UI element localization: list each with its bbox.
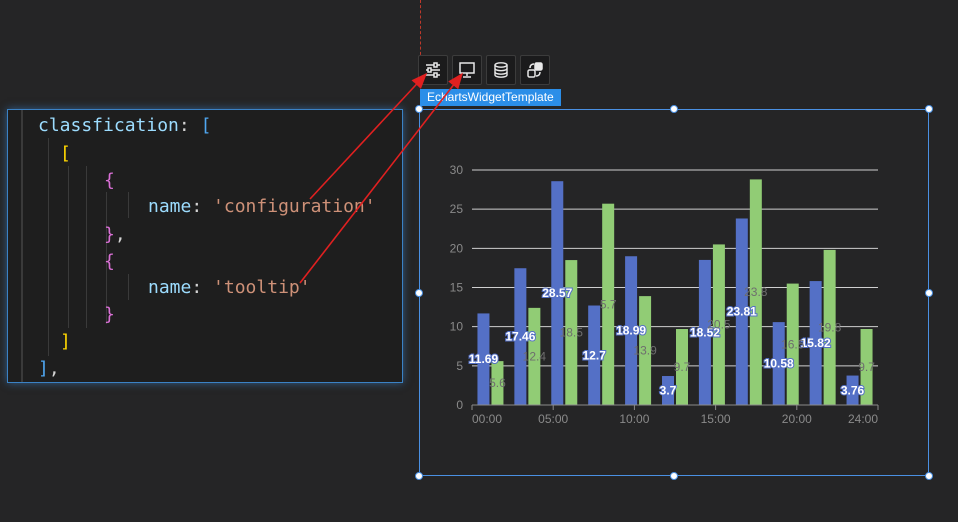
code-brace: } bbox=[104, 224, 115, 245]
interaction-button[interactable] bbox=[520, 55, 550, 85]
code-line-5: }, bbox=[104, 224, 126, 246]
data-label-series-1: 28.57 bbox=[542, 286, 572, 300]
code-line-8: } bbox=[104, 304, 115, 326]
code-string-configuration: 'configuration' bbox=[213, 196, 376, 217]
data-label-series-1: 15.82 bbox=[801, 336, 831, 350]
data-label-series-1: 11.69 bbox=[469, 352, 499, 366]
x-tick-label: 05:00 bbox=[538, 412, 568, 426]
code-bracket: [ bbox=[60, 143, 71, 164]
code-comma: , bbox=[48, 358, 60, 379]
editor-gutter-line bbox=[21, 110, 23, 382]
data-source-button[interactable] bbox=[486, 55, 516, 85]
code-line-1: classfication: [ bbox=[38, 115, 211, 137]
indent-guide bbox=[128, 192, 129, 218]
code-line-2: [ bbox=[60, 143, 71, 165]
code-line-3: { bbox=[104, 170, 115, 192]
code-line-6: { bbox=[104, 251, 115, 273]
data-label-series-2: 5.7 bbox=[600, 297, 617, 311]
code-bracket: ] bbox=[60, 331, 71, 352]
code-name-key: name bbox=[148, 277, 192, 298]
code-comma: , bbox=[114, 224, 126, 245]
y-tick-label: 20 bbox=[450, 241, 464, 255]
data-label-series-1: 18.99 bbox=[616, 324, 646, 338]
data-label-series-1: 17.46 bbox=[505, 330, 535, 344]
code-line-4: name: 'configuration' bbox=[148, 196, 376, 218]
indent-guide bbox=[86, 166, 87, 328]
data-label-series-2: 20.5 bbox=[707, 318, 731, 332]
sliders-icon bbox=[426, 62, 440, 78]
y-tick-label: 5 bbox=[456, 359, 463, 373]
y-tick-label: 15 bbox=[450, 281, 464, 295]
data-label-series-2: 9.7 bbox=[858, 360, 875, 374]
y-tick-label: 30 bbox=[450, 163, 464, 177]
code-colon: : bbox=[191, 196, 203, 217]
code-brace: { bbox=[104, 170, 115, 191]
code-name-key: name bbox=[148, 196, 192, 217]
data-label-series-1: 10.58 bbox=[764, 357, 794, 371]
data-label-series-2: 16.5 bbox=[781, 337, 805, 351]
x-tick-label: 15:00 bbox=[701, 412, 731, 426]
configuration-button[interactable] bbox=[418, 55, 448, 85]
x-tick-label: 20:00 bbox=[782, 412, 812, 426]
code-key: classfication bbox=[38, 115, 179, 136]
data-label-series-1: 3.7 bbox=[660, 384, 677, 398]
indent-guide bbox=[48, 138, 49, 356]
data-label-series-2: 9.7 bbox=[674, 360, 691, 374]
data-label-series-2: 19.8 bbox=[818, 320, 842, 334]
indent-guide bbox=[68, 166, 69, 328]
code-line-9: ] bbox=[60, 331, 71, 353]
code-bracket: [ bbox=[200, 115, 212, 136]
data-label-series-2: 18.5 bbox=[560, 326, 584, 340]
code-line-7: name: 'tooltip' bbox=[148, 277, 311, 299]
data-label-series-1: 12.7 bbox=[583, 348, 607, 362]
x-tick-label: 10:00 bbox=[619, 412, 649, 426]
data-label-series-2: 23.8 bbox=[744, 285, 768, 299]
data-label-series-2: 12.4 bbox=[523, 349, 547, 363]
code-brace: } bbox=[104, 304, 115, 325]
x-tick-label: 00:00 bbox=[472, 412, 502, 426]
bar-chart: 11.6917.4628.5712.718.993.718.5223.8110.… bbox=[450, 163, 879, 426]
y-tick-label: 10 bbox=[450, 320, 464, 334]
code-string-tooltip: 'tooltip' bbox=[213, 277, 311, 298]
y-tick-label: 25 bbox=[450, 202, 464, 216]
swap-icon bbox=[527, 62, 543, 78]
indent-guide bbox=[128, 274, 129, 300]
monitor-icon bbox=[459, 62, 475, 78]
code-colon: : bbox=[191, 277, 203, 298]
code-snippet: classfication: [ [ { name: 'configuratio… bbox=[7, 109, 403, 383]
data-label-series-1: 23.81 bbox=[727, 305, 757, 319]
code-brace: { bbox=[104, 251, 115, 272]
x-tick-label: 24:00 bbox=[848, 412, 878, 426]
alignment-guide bbox=[420, 0, 421, 60]
widget-name-tag: EchartsWidgetTemplate bbox=[420, 89, 561, 106]
tooltip-button[interactable] bbox=[452, 55, 482, 85]
code-bracket: ] bbox=[38, 358, 49, 379]
code-line-10: ], bbox=[38, 358, 60, 380]
y-tick-label: 0 bbox=[456, 398, 463, 412]
data-label-series-1: 3.76 bbox=[841, 383, 865, 397]
data-label-series-2: 13.9 bbox=[633, 344, 657, 358]
data-label-series-2: 5.6 bbox=[489, 376, 506, 390]
widget-toolbar bbox=[418, 55, 550, 85]
database-icon bbox=[494, 62, 508, 78]
code-colon: : bbox=[178, 115, 190, 136]
